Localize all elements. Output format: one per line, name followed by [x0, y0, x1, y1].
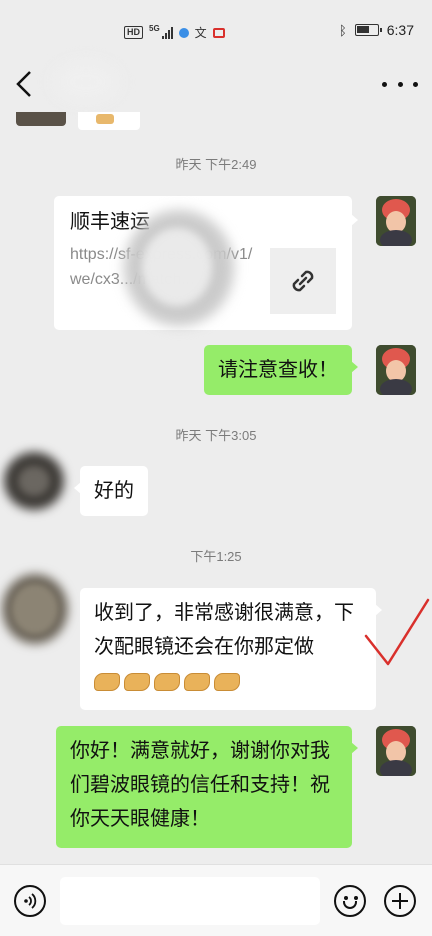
plus-icon[interactable]: [384, 885, 416, 917]
timestamp: 昨天 下午3:05: [175, 428, 257, 443]
bluetooth-icon: ᛒ: [338, 22, 347, 38]
voice-icon[interactable]: [14, 885, 46, 917]
link-icon: [292, 270, 314, 292]
status-icons-right: ᛒ 6:37: [339, 22, 414, 38]
my-avatar[interactable]: [376, 345, 416, 395]
check-mark-icon: [364, 598, 430, 666]
link-card-message[interactable]: 顺丰速运 https://sf-express.com/v1/we/cx3...…: [54, 196, 358, 330]
message-text: 你好！满意就好，谢谢你对我们碧波眼镜的信任和支持！祝你天天眼健康！: [70, 738, 330, 830]
battery-icon: [354, 24, 382, 36]
status-bar: HD 5G 文 ᛒ 6:37: [0, 0, 432, 56]
previous-message-partial: [78, 112, 140, 130]
message-text: 好的: [94, 478, 134, 502]
handshake-emoji: [184, 672, 210, 691]
message-text: 请注意查收！: [218, 357, 338, 381]
contact-avatar[interactable]: [4, 452, 64, 510]
more-dots-icon[interactable]: [382, 66, 418, 102]
message-list[interactable]: 昨天 下午2:49 顺丰速运 https://sf-express.com/v1…: [0, 112, 432, 864]
ok-hand-emoji: [124, 672, 150, 691]
network-label: 5G: [149, 24, 160, 33]
back-arrow-icon[interactable]: [10, 64, 46, 104]
redaction-smudge: [124, 210, 234, 326]
emoji-icon[interactable]: [334, 885, 366, 917]
contact-avatar[interactable]: [2, 574, 68, 644]
message-text: 收到了，非常感谢很满意，下次配眼镜还会在你那定做: [94, 600, 354, 658]
my-avatar[interactable]: [376, 726, 416, 776]
status-icons-left: HD 5G 文: [124, 24, 225, 41]
app-notification-icon: [178, 27, 189, 38]
ok-hand-emoji: [94, 672, 120, 691]
clock: 6:37: [386, 22, 414, 38]
app-red-icon: [212, 27, 225, 38]
received-message-bubble[interactable]: 好的: [74, 466, 148, 516]
input-bar: [0, 864, 432, 936]
signal-icon: [161, 26, 173, 39]
message-input[interactable]: [60, 877, 320, 925]
sent-message-bubble[interactable]: 你好！满意就好，谢谢你对我们碧波眼镜的信任和支持！祝你天天眼健康！: [56, 726, 358, 848]
hd-icon: HD: [124, 26, 143, 39]
timestamp: 昨天 下午2:49: [175, 157, 257, 172]
handshake-emoji: [214, 672, 240, 691]
received-message-bubble[interactable]: 收到了，非常感谢很满意，下次配眼镜还会在你那定做: [80, 588, 382, 710]
translate-icon: 文: [194, 26, 207, 40]
sent-message-bubble[interactable]: 请注意查收！: [204, 345, 358, 395]
previous-avatar-partial: [16, 112, 66, 126]
timestamp: 下午1:25: [190, 549, 242, 564]
my-avatar[interactable]: [376, 196, 416, 246]
chat-header: [0, 56, 432, 112]
contact-name-blurred: [54, 62, 118, 102]
emoji-row: [94, 672, 240, 691]
handshake-emoji: [154, 672, 180, 691]
link-thumbnail: [270, 248, 336, 314]
